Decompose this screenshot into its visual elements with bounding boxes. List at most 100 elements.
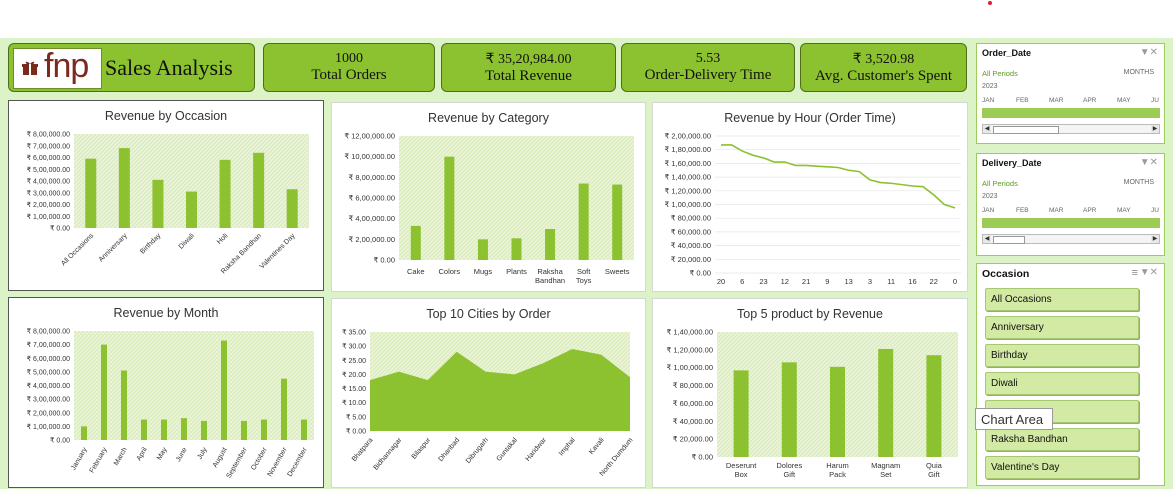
bar[interactable] xyxy=(511,238,522,260)
occasion-slicer[interactable]: Occasion ≡ ▼✕ All Occasions Anniversary … xyxy=(976,263,1165,486)
bar[interactable] xyxy=(201,420,207,440)
bar[interactable] xyxy=(281,378,287,440)
bar[interactable] xyxy=(545,229,556,260)
occasion-item[interactable]: Diwali xyxy=(985,372,1139,395)
logo-text: fnp xyxy=(44,47,89,85)
occasion-item[interactable]: Birthday xyxy=(985,344,1139,367)
y-tick-label: ₹ 4,00,000.00 xyxy=(27,178,70,186)
bar[interactable] xyxy=(101,344,107,440)
month-label[interactable]: MAR xyxy=(1049,207,1063,214)
month-label[interactable]: APR xyxy=(1083,207,1096,214)
bar[interactable] xyxy=(85,158,97,228)
multi-select-icon[interactable]: ≡ xyxy=(1132,267,1138,279)
bar[interactable] xyxy=(261,419,267,440)
y-tick-label: ₹ 20,000.00 xyxy=(673,435,713,444)
bar[interactable] xyxy=(161,419,167,440)
x-tick-label: Deserunt Box xyxy=(726,461,757,479)
bar[interactable] xyxy=(477,239,488,260)
bar[interactable] xyxy=(121,370,127,440)
y-tick-label: ₹ 1,20,000.00 xyxy=(665,186,711,195)
chart-revenue-by-category[interactable]: Revenue by Category ₹ 0.00 ₹ 2,00,000.00 ₹… xyxy=(331,102,646,292)
scroll-right-icon[interactable]: ▶ xyxy=(1151,125,1159,133)
timeline-scrollbar[interactable]: ◀ ▶ xyxy=(982,124,1160,134)
bar[interactable] xyxy=(733,370,749,457)
bar[interactable] xyxy=(118,148,130,228)
scroll-right-icon[interactable]: ▶ xyxy=(1151,235,1159,243)
y-tick-label: ₹ 1,00,000.00 xyxy=(27,213,70,221)
bar[interactable] xyxy=(81,426,87,440)
bar[interactable] xyxy=(186,191,197,228)
bar[interactable] xyxy=(830,366,845,457)
bar[interactable] xyxy=(181,418,187,440)
month-label[interactable]: JU xyxy=(1151,207,1159,214)
all-periods-link[interactable]: All Periods xyxy=(982,179,1018,188)
month-label[interactable]: MAY xyxy=(1117,207,1131,214)
plot-area[interactable] xyxy=(74,331,314,440)
month-label[interactable]: JAN xyxy=(982,207,994,214)
scroll-thumb[interactable] xyxy=(993,126,1059,134)
x-tick-label: Quia Gift xyxy=(926,461,943,479)
bar[interactable] xyxy=(612,184,623,260)
scroll-left-icon[interactable]: ◀ xyxy=(983,125,991,133)
bar[interactable] xyxy=(253,152,265,228)
filter-clear-icon[interactable]: ▼✕ xyxy=(1140,47,1158,58)
filter-clear-icon[interactable]: ▼✕ xyxy=(1140,267,1158,278)
month-label[interactable]: APR xyxy=(1083,97,1096,104)
all-periods-link[interactable]: All Periods xyxy=(982,69,1018,78)
y-tick-label: ₹ 3,00,000.00 xyxy=(27,189,70,197)
x-tick-label: Haridwar xyxy=(524,436,548,462)
header-logo-box: fnp Sales Analysis xyxy=(8,43,255,92)
order-date-slicer[interactable]: Order_Date ▼✕ All Periods MONTHS 2023 JA… xyxy=(976,43,1165,144)
x-tick-label: Colors xyxy=(439,267,461,276)
time-level-dropdown[interactable]: MONTHS xyxy=(1124,179,1154,186)
bar[interactable] xyxy=(301,419,307,440)
x-tick-label: Kavali xyxy=(588,436,606,455)
timeline-scrollbar[interactable]: ◀ ▶ xyxy=(982,234,1160,244)
bar[interactable] xyxy=(410,225,421,260)
bar[interactable] xyxy=(221,340,227,440)
chart-revenue-by-month[interactable]: Revenue by Month ₹ 0.00 ₹ 1,00,000.00 ₹ 2,… xyxy=(8,297,324,488)
bar[interactable] xyxy=(781,362,797,457)
x-tick-label: 12 xyxy=(781,277,789,286)
month-label[interactable]: MAY xyxy=(1117,97,1131,104)
bar[interactable] xyxy=(219,159,231,228)
x-tick-label: Harum Pack xyxy=(826,461,849,479)
filter-clear-icon[interactable]: ▼✕ xyxy=(1140,157,1158,168)
y-tick-label: ₹ 60,000.00 xyxy=(671,227,711,236)
bar[interactable] xyxy=(444,156,455,260)
occasion-item[interactable]: All Occasions xyxy=(985,288,1139,311)
occasion-item[interactable]: Anniversary xyxy=(985,316,1139,339)
timeline-bar[interactable] xyxy=(982,218,1160,228)
y-tick-label: ₹ 1,00,000.00 xyxy=(667,363,713,372)
chart-svg: ₹ 0.00 ₹ 1,00,000.00 ₹ 2,00,000.00 ₹ 3,00,0… xyxy=(27,328,314,480)
timeline-bar[interactable] xyxy=(982,108,1160,118)
occasion-item[interactable]: Valentine's Day xyxy=(985,456,1139,479)
bar[interactable] xyxy=(141,419,147,440)
delivery-date-slicer[interactable]: Delivery_Date ▼✕ All Periods MONTHS 2023… xyxy=(976,153,1165,256)
bar[interactable] xyxy=(241,420,247,440)
logo: fnp xyxy=(13,47,102,89)
month-label[interactable]: JAN xyxy=(982,97,994,104)
month-label[interactable]: FEB xyxy=(1016,97,1029,104)
chart-revenue-by-hour[interactable]: Revenue by Hour (Order Time) ₹ 0.00 ₹ 20,… xyxy=(652,102,968,292)
bar[interactable] xyxy=(578,183,589,260)
chart-revenue-by-occasion[interactable]: Revenue by Occasion ₹ 0.00 ₹ 1,00,000.00 ₹… xyxy=(8,100,324,291)
occasion-item[interactable]: Raksha Bandhan xyxy=(985,428,1139,451)
chart-svg: ₹ 0.00 ₹ 5.00 ₹ 10.00 ₹ 15.00 ₹ 20.00 ₹ 25.00… xyxy=(342,329,635,478)
scroll-thumb[interactable] xyxy=(993,236,1025,244)
bar[interactable] xyxy=(926,355,942,457)
chart-top-cities[interactable]: Top 10 Cities by Order ₹ 0.00 ₹ 5.00 ₹ 10.… xyxy=(331,298,646,488)
x-tick-label: Bilaspur xyxy=(411,436,433,460)
month-label[interactable]: MAR xyxy=(1049,97,1063,104)
time-level-dropdown[interactable]: MONTHS xyxy=(1124,69,1154,76)
month-label[interactable]: JU xyxy=(1151,97,1159,104)
chart-top-products[interactable]: Top 5 product by Revenue ₹ 0.00 ₹ 20,000.… xyxy=(652,298,968,488)
month-label[interactable]: FEB xyxy=(1016,207,1029,214)
y-tick-label: ₹ 25.00 xyxy=(342,357,366,365)
bar[interactable] xyxy=(286,189,298,228)
bar[interactable] xyxy=(878,348,894,457)
x-tick-label: 21 xyxy=(802,277,810,286)
scroll-left-icon[interactable]: ◀ xyxy=(983,235,991,243)
series-line[interactable] xyxy=(721,144,956,209)
bar[interactable] xyxy=(152,179,164,228)
